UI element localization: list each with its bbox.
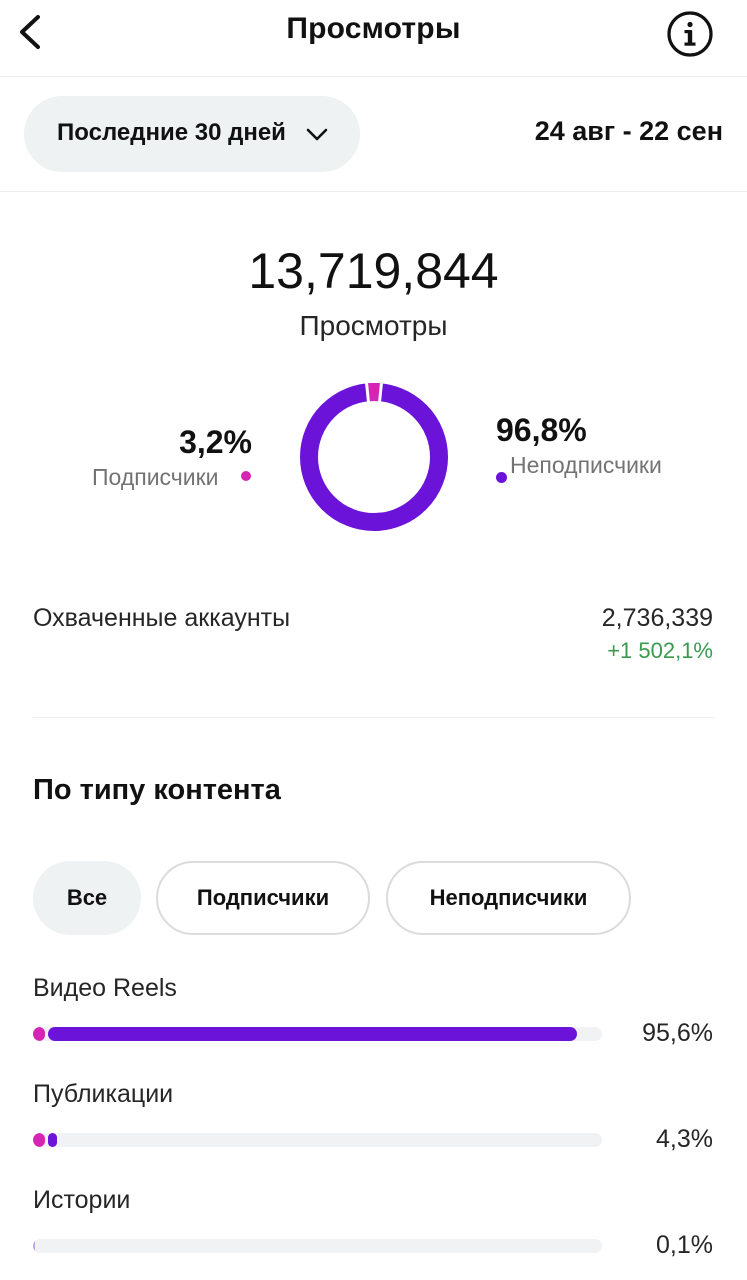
total-views: 13,719,844 bbox=[248, 243, 499, 299]
filter-followers-chip[interactable]: Подписчики bbox=[156, 861, 370, 935]
content-bar-non-followers-segment bbox=[48, 1027, 577, 1041]
period-label: Последние 30 дней bbox=[57, 119, 286, 146]
content-row-label: Публикации bbox=[33, 1080, 174, 1108]
page-title: Просмотры bbox=[286, 12, 461, 45]
total-views-label: Просмотры bbox=[299, 310, 448, 341]
chevron-down-icon bbox=[304, 122, 330, 146]
content-bar-track bbox=[33, 1027, 602, 1041]
donut-non-followers-segment bbox=[300, 383, 448, 531]
views-donut-chart bbox=[300, 382, 448, 531]
accounts-reached-value: 2,736,339 bbox=[601, 604, 713, 632]
non-followers-legend-label: Неподписчики bbox=[510, 452, 662, 478]
non-followers-percent: 96,8% bbox=[496, 412, 587, 448]
info-button[interactable] bbox=[666, 10, 714, 58]
content-bar-followers-segment bbox=[33, 1027, 45, 1041]
content-type-title: По типу контента bbox=[33, 774, 281, 806]
header-divider bbox=[0, 76, 747, 77]
content-bar-track bbox=[33, 1239, 602, 1253]
filter-non-followers-chip[interactable]: Неподписчики bbox=[386, 861, 631, 935]
content-row-label: Истории bbox=[33, 1186, 131, 1214]
content-bar-non-followers-segment bbox=[48, 1133, 58, 1147]
content-row-percent: 4,3% bbox=[656, 1125, 713, 1153]
donut-gap bbox=[378, 382, 384, 403]
content-row-label: Видео Reels bbox=[33, 974, 177, 1002]
content-bar-followers-segment bbox=[33, 1133, 45, 1147]
section-divider bbox=[0, 191, 747, 192]
section-divider bbox=[33, 717, 715, 718]
followers-percent: 3,2% bbox=[179, 424, 252, 460]
accounts-reached-label: Охваченные аккаунты bbox=[33, 604, 291, 632]
info-icon bbox=[667, 11, 713, 57]
content-row-percent: 0,1% bbox=[656, 1231, 713, 1259]
date-range: 24 авг - 22 сен bbox=[534, 116, 723, 146]
content-bar-track bbox=[33, 1133, 602, 1147]
donut-gap bbox=[364, 382, 370, 403]
filter-all-chip[interactable]: Все bbox=[33, 861, 141, 935]
accounts-reached-delta: +1 502,1% bbox=[607, 638, 713, 663]
content-bar-non-followers-segment bbox=[33, 1239, 35, 1253]
followers-legend-label: Подписчики bbox=[92, 464, 219, 490]
non-followers-legend-dot bbox=[496, 472, 507, 483]
followers-legend-dot bbox=[241, 471, 251, 481]
content-row-percent: 95,6% bbox=[642, 1019, 713, 1047]
